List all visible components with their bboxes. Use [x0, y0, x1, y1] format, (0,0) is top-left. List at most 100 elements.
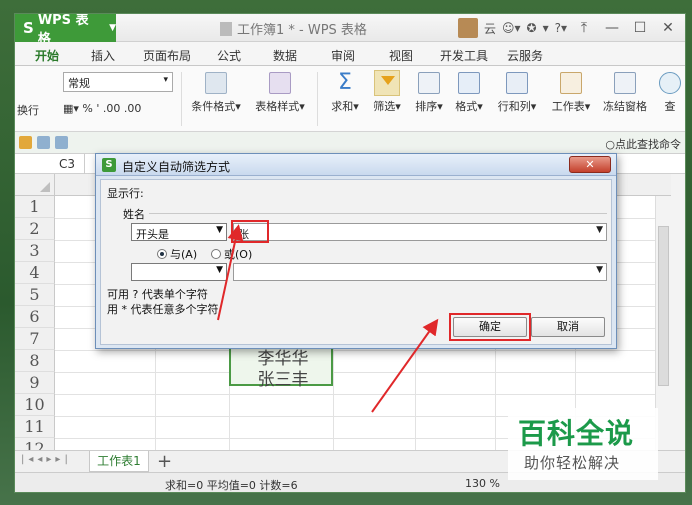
row-header[interactable]: 7 — [15, 328, 55, 350]
row-header[interactable]: 4 — [15, 262, 55, 284]
scroll-thumb[interactable] — [658, 226, 669, 386]
print-icon[interactable] — [55, 136, 68, 149]
title-bar: S WPS 表格 ▼ 工作簿1 * - WPS 表格 云 ☺▾ ✪ ▾ ?▾ ⤒… — [15, 14, 685, 47]
open-icon[interactable] — [19, 136, 32, 149]
skin-icon[interactable]: ✪ — [527, 21, 537, 35]
tab-review[interactable]: 审阅 — [331, 47, 355, 64]
worksheet-icon — [560, 72, 582, 94]
format-label: 格式 — [455, 100, 478, 113]
condition2-select[interactable]: ▼ — [131, 263, 227, 281]
number-format-select[interactable]: 常规 — [63, 72, 173, 92]
status-summary: 求和=0 平均值=0 计数=6 — [165, 479, 298, 492]
tab-home[interactable]: 开始 — [35, 47, 60, 68]
format-button[interactable]: 格式▾ — [449, 72, 489, 114]
wrap-text-button[interactable]: 换行 — [17, 102, 39, 118]
cell-c8[interactable]: 张三丰 — [247, 365, 319, 390]
smile-icon[interactable]: ☺▾ — [502, 21, 521, 35]
freeze-panes-label: 冻结窗格 — [603, 100, 647, 113]
find-button[interactable]: 查 — [655, 72, 685, 114]
value2-input[interactable]: ▼ — [233, 263, 607, 281]
worksheet-button[interactable]: 工作表▾ — [545, 72, 597, 114]
hint-single-char: 可用 ? 代表单个字符 — [107, 288, 208, 301]
save-icon[interactable] — [37, 136, 50, 149]
percent-controls[interactable]: % ' .00 .00 — [82, 102, 141, 115]
search-command[interactable]: ○点此查找命令 — [605, 136, 681, 152]
number-format-row[interactable]: ▦▾ % ' .00 .00 — [63, 102, 141, 115]
filter-icon — [374, 70, 400, 96]
sort-button[interactable]: 排序▾ — [409, 72, 449, 114]
sort-icon — [418, 72, 440, 94]
tab-formula[interactable]: 公式 — [217, 47, 241, 64]
dialog-body: 显示行: 姓名 开头是 ▼ 张 ▼ 与(A) 或(O) ▼ ▼ 可用 ? 代表单个字… — [100, 179, 612, 345]
watermark-subtitle: 助你轻松解决 — [524, 454, 621, 472]
row-header[interactable]: 5 — [15, 284, 55, 306]
sheet-tab[interactable]: 工作表1 — [89, 451, 149, 472]
rows-columns-label: 行和列 — [497, 100, 531, 113]
filter-button[interactable]: 筛选▾ — [365, 70, 409, 114]
cancel-button[interactable]: 取消 — [531, 317, 605, 337]
restore-icon[interactable]: ⤒ — [573, 20, 595, 36]
chevron-down-icon: ▼ — [596, 265, 603, 275]
row-header[interactable]: 6 — [15, 306, 55, 328]
close-button[interactable]: ✕ — [657, 20, 679, 36]
conditional-format-icon — [205, 72, 227, 94]
select-all-corner[interactable] — [15, 174, 55, 196]
freeze-panes-icon — [614, 72, 636, 94]
row-header[interactable]: 9 — [15, 372, 55, 394]
zoom-level[interactable]: 130 % — [465, 477, 500, 490]
user-name[interactable]: 云 — [484, 20, 496, 37]
currency-icon[interactable]: ▦▾ — [63, 102, 82, 115]
sum-label: 求和 — [331, 100, 354, 113]
tab-developer[interactable]: 开发工具 — [440, 47, 488, 64]
sheet-nav-arrows[interactable]: |◂◂▸▸| — [21, 454, 72, 465]
app-menu-button[interactable]: S WPS 表格 ▼ — [15, 14, 116, 47]
avatar[interactable] — [457, 18, 478, 38]
show-rows-label: 显示行: — [107, 187, 144, 200]
divider — [181, 72, 182, 126]
dialog-title: 自定义自动筛选方式 — [122, 160, 231, 174]
ok-highlight — [449, 313, 531, 341]
group-divider — [149, 213, 607, 214]
tab-insert[interactable]: 插入 — [91, 47, 115, 64]
chevron-down-icon: ▼ — [109, 23, 116, 33]
worksheet-label: 工作表 — [551, 100, 585, 113]
radio-selected-icon — [157, 249, 167, 259]
watermark: 百科全说 助你轻松解决 — [508, 408, 658, 480]
find-label: 查 — [664, 100, 676, 113]
rows-columns-button[interactable]: 行和列▾ — [491, 72, 543, 114]
chevron-down-icon: ▼ — [596, 225, 603, 235]
value-highlight — [231, 220, 269, 243]
dialog-title-bar[interactable]: S 自定义自动筛选方式 ✕ — [96, 154, 616, 176]
search-command-text: 点此查找命令 — [615, 138, 681, 151]
sum-button[interactable]: Σ 求和▾ — [325, 70, 365, 114]
row-header[interactable]: 10 — [15, 394, 55, 416]
table-style-icon — [269, 72, 291, 94]
tab-data[interactable]: 数据 — [273, 47, 297, 64]
tab-cloud[interactable]: 云服务 — [507, 47, 543, 64]
row-header[interactable]: 3 — [15, 240, 55, 262]
gridline — [55, 350, 671, 351]
titlebar-right: 云 ☺▾ ✪ ▾ ?▾ ⤒ — ☐ ✕ — [457, 14, 679, 42]
conditional-format-button[interactable]: 条件格式▾ — [185, 72, 247, 114]
condition1-select[interactable]: 开头是 ▼ — [131, 223, 227, 241]
freeze-panes-button[interactable]: 冻结窗格 — [599, 72, 651, 114]
row-header[interactable]: 1 — [15, 196, 55, 218]
tab-page-layout[interactable]: 页面布局 — [143, 47, 191, 64]
wps-logo-icon: S — [102, 158, 116, 172]
maximize-button[interactable]: ☐ — [629, 20, 651, 36]
table-style-button[interactable]: 表格样式▾ — [249, 72, 311, 114]
tab-view[interactable]: 视图 — [389, 47, 413, 64]
add-sheet-button[interactable]: + — [157, 451, 172, 472]
row-header[interactable]: 8 — [15, 350, 55, 372]
row-header[interactable]: 2 — [15, 218, 55, 240]
shirt-icon[interactable]: ▾ — [543, 21, 549, 35]
help-icon[interactable]: ?▾ — [555, 21, 567, 35]
or-radio[interactable]: 或(O) — [211, 246, 252, 262]
value1-input[interactable]: 张 ▼ — [233, 223, 607, 241]
watermark-title: 百科全说 — [518, 417, 635, 450]
minimize-button[interactable]: — — [601, 20, 623, 36]
name-box[interactable]: C3 — [15, 154, 85, 174]
dialog-close-button[interactable]: ✕ — [569, 156, 611, 173]
row-header[interactable]: 11 — [15, 416, 55, 438]
and-radio[interactable]: 与(A) — [157, 246, 197, 262]
